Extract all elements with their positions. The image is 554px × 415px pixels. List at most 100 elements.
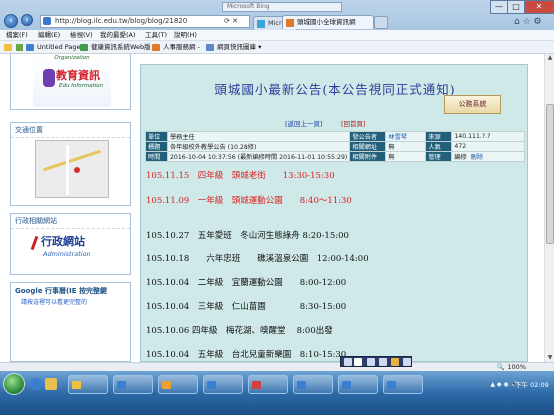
address-bar[interactable]: http://blog.ilc.edu.tw/blog/blog/21820	[40, 15, 250, 28]
status-bar: 100% 🔍	[0, 362, 554, 371]
table-cell: 140.111.?.?	[451, 131, 525, 142]
menu-favorites[interactable]: 我的最愛(A)	[100, 30, 136, 41]
edu-info-logo[interactable]: Organization 教育資訊 Edu Information	[33, 55, 111, 107]
clock[interactable]: 下午 02:09	[515, 376, 549, 394]
menu-view[interactable]: 檢視(V)	[70, 30, 93, 41]
taskbar-button[interactable]	[338, 375, 378, 394]
announcement-item: 105.10.04 五年級 台北兒童新樂園 8:10-15:30	[146, 350, 347, 360]
folder-icon[interactable]	[45, 378, 57, 390]
announcement-item: 105.10.04 三年級 仁山苗圃 8:30-15:00	[146, 302, 347, 312]
table-header: 人氣	[425, 141, 453, 152]
fav-label: 健康資訊系統Web版	[91, 43, 151, 51]
scroll-down-icon[interactable]: ▼	[546, 354, 554, 362]
announcement-item: 105.10.27 五年愛班 冬山河生態綠舟 8:20-15:00	[146, 231, 349, 241]
toolbar-icon[interactable]	[344, 358, 352, 366]
start-button[interactable]	[3, 373, 25, 395]
app-icon	[342, 381, 351, 389]
minimize-button[interactable]: —	[490, 0, 508, 14]
back-link[interactable]: [返回上一頁]	[285, 118, 323, 128]
app-icon	[72, 381, 81, 389]
text-size-icon[interactable]	[354, 358, 362, 366]
ie-icon[interactable]	[30, 378, 42, 390]
tab-active[interactable]: 頭城國小全球資訊網	[282, 15, 374, 29]
back-button[interactable]: ‹	[4, 14, 18, 28]
map-thumbnail[interactable]	[35, 140, 109, 198]
fav-webslice[interactable]: 網頁快訊圖庫 ▾	[206, 41, 261, 54]
taskbar-button[interactable]	[248, 375, 288, 394]
refresh-icon[interactable]: ⟳ ✕	[224, 17, 238, 25]
fav-label: 網頁快訊圖庫 ▾	[217, 43, 262, 51]
page-icon	[152, 44, 160, 51]
scroll-up-icon[interactable]: ▲	[546, 54, 554, 62]
delete-link[interactable]: 刪除	[471, 154, 483, 161]
page-icon	[43, 17, 51, 25]
table-row: 單位 學務主任 發公告者 林雪琴 來源 140.111.?.?	[145, 131, 525, 142]
traffic-title: 交通位置	[11, 123, 130, 138]
app-icon	[207, 381, 216, 389]
new-tab-button[interactable]	[374, 16, 388, 29]
menu-help[interactable]: 說明(H)	[174, 30, 197, 41]
vertical-scrollbar[interactable]: ▲ ▼	[544, 54, 554, 362]
home-icon[interactable]: ⌂ ☆ ⚙	[514, 17, 542, 27]
favorites-star-icon[interactable]	[4, 44, 12, 51]
fav-untitled[interactable]: Untitled Page	[26, 41, 81, 54]
forward-button[interactable]: ›	[21, 14, 33, 26]
taskbar-button[interactable]	[158, 375, 198, 394]
table-header: 來源	[425, 131, 453, 142]
table-header: 發公告者	[349, 131, 387, 142]
table-row: 標題 各年級校外教學公告 (10.28修) 相關網址 無 人氣 472	[145, 141, 525, 152]
browser-title-bar: ‹ › http://blog.ilc.edu.tw/blog/blog/218…	[0, 0, 554, 30]
fav-label: 人事服務網 -	[163, 43, 200, 51]
announcement-item: 105.10.06 四年級 梅花湖、嗅醒堂 8:00出發	[146, 326, 333, 336]
sidebar: Organization 教育資訊 Edu Information 交通位置 行…	[10, 54, 131, 362]
quick-launch	[30, 376, 60, 394]
google-calendar-subtitle[interactable]: 請按這裡可以看更完整的	[11, 296, 130, 306]
app-icon	[117, 381, 126, 389]
admin-logo-title: 行政網站	[41, 235, 85, 248]
edit-link[interactable]: 編修	[454, 154, 466, 161]
floating-toolbar	[340, 356, 412, 367]
table-row: 時間 2016-10-04 10:37:56 (最新編修時間 2016-11-0…	[145, 151, 525, 162]
admin-logo-subtitle: Administration	[43, 250, 91, 258]
table-header: 相關附件	[349, 151, 387, 162]
menu-tools[interactable]: 工具(T)	[145, 30, 167, 41]
poster-link[interactable]: 林雪琴	[385, 131, 427, 142]
admin-links-title: 行政相關網站	[11, 214, 130, 229]
menu-file[interactable]: 檔案(F)	[6, 30, 28, 41]
table-cell: 無	[385, 151, 427, 162]
taskbar-button[interactable]	[383, 375, 423, 394]
taskbar: ▲ ◆ ◉ 🔊 下午 02:09	[0, 371, 554, 415]
menu-edit[interactable]: 編輯(E)	[38, 30, 60, 41]
tray-icons: ▲ ◆ ◉ 🔊	[490, 381, 518, 388]
app-icon	[252, 381, 261, 389]
admin-site-logo[interactable]: 行政網站 Administration	[27, 230, 113, 270]
toolbar-icon[interactable]	[379, 358, 387, 366]
table-header: 單位	[145, 131, 168, 142]
location-pin-icon	[74, 167, 80, 173]
toolbar-icon[interactable]	[367, 358, 375, 366]
taskbar-button[interactable]	[113, 375, 153, 394]
figure-icon	[43, 69, 55, 87]
toolbar-icon[interactable]	[403, 358, 411, 366]
table-header: 相關網址	[349, 141, 387, 152]
google-calendar-box: Google 行事曆(IE 按完整鍵 請按這裡可以看更完整的	[10, 282, 131, 362]
close-button[interactable]: ✕	[524, 0, 554, 14]
table-cell: 各年級校外教學公告 (10.28修)	[166, 141, 351, 152]
taskbar-button[interactable]	[293, 375, 333, 394]
system-button[interactable]: 公務系統	[444, 95, 501, 114]
add-favorite-icon[interactable]	[16, 44, 23, 51]
maximize-button[interactable]: □	[507, 0, 525, 14]
search-box[interactable]: Microsoft Bing	[222, 2, 342, 12]
help-icon[interactable]	[391, 358, 399, 366]
scroll-thumb[interactable]	[546, 104, 554, 244]
fav-health[interactable]: 健康資訊系統Web版	[80, 41, 151, 54]
traffic-box: 交通位置	[10, 122, 131, 206]
taskbar-button[interactable]	[68, 375, 108, 394]
table-cell: 無	[385, 141, 427, 152]
announcement-item: 105.11.15 四年級 頭城老街 13:30-15:30	[146, 171, 335, 181]
google-calendar-title[interactable]: Google 行事曆(IE 按完整鍵	[11, 283, 130, 296]
page-icon	[206, 44, 214, 51]
taskbar-button[interactable]	[203, 375, 243, 394]
fav-personnel[interactable]: 人事服務網 -	[152, 41, 200, 54]
home-link[interactable]: [回首頁]	[341, 118, 366, 128]
